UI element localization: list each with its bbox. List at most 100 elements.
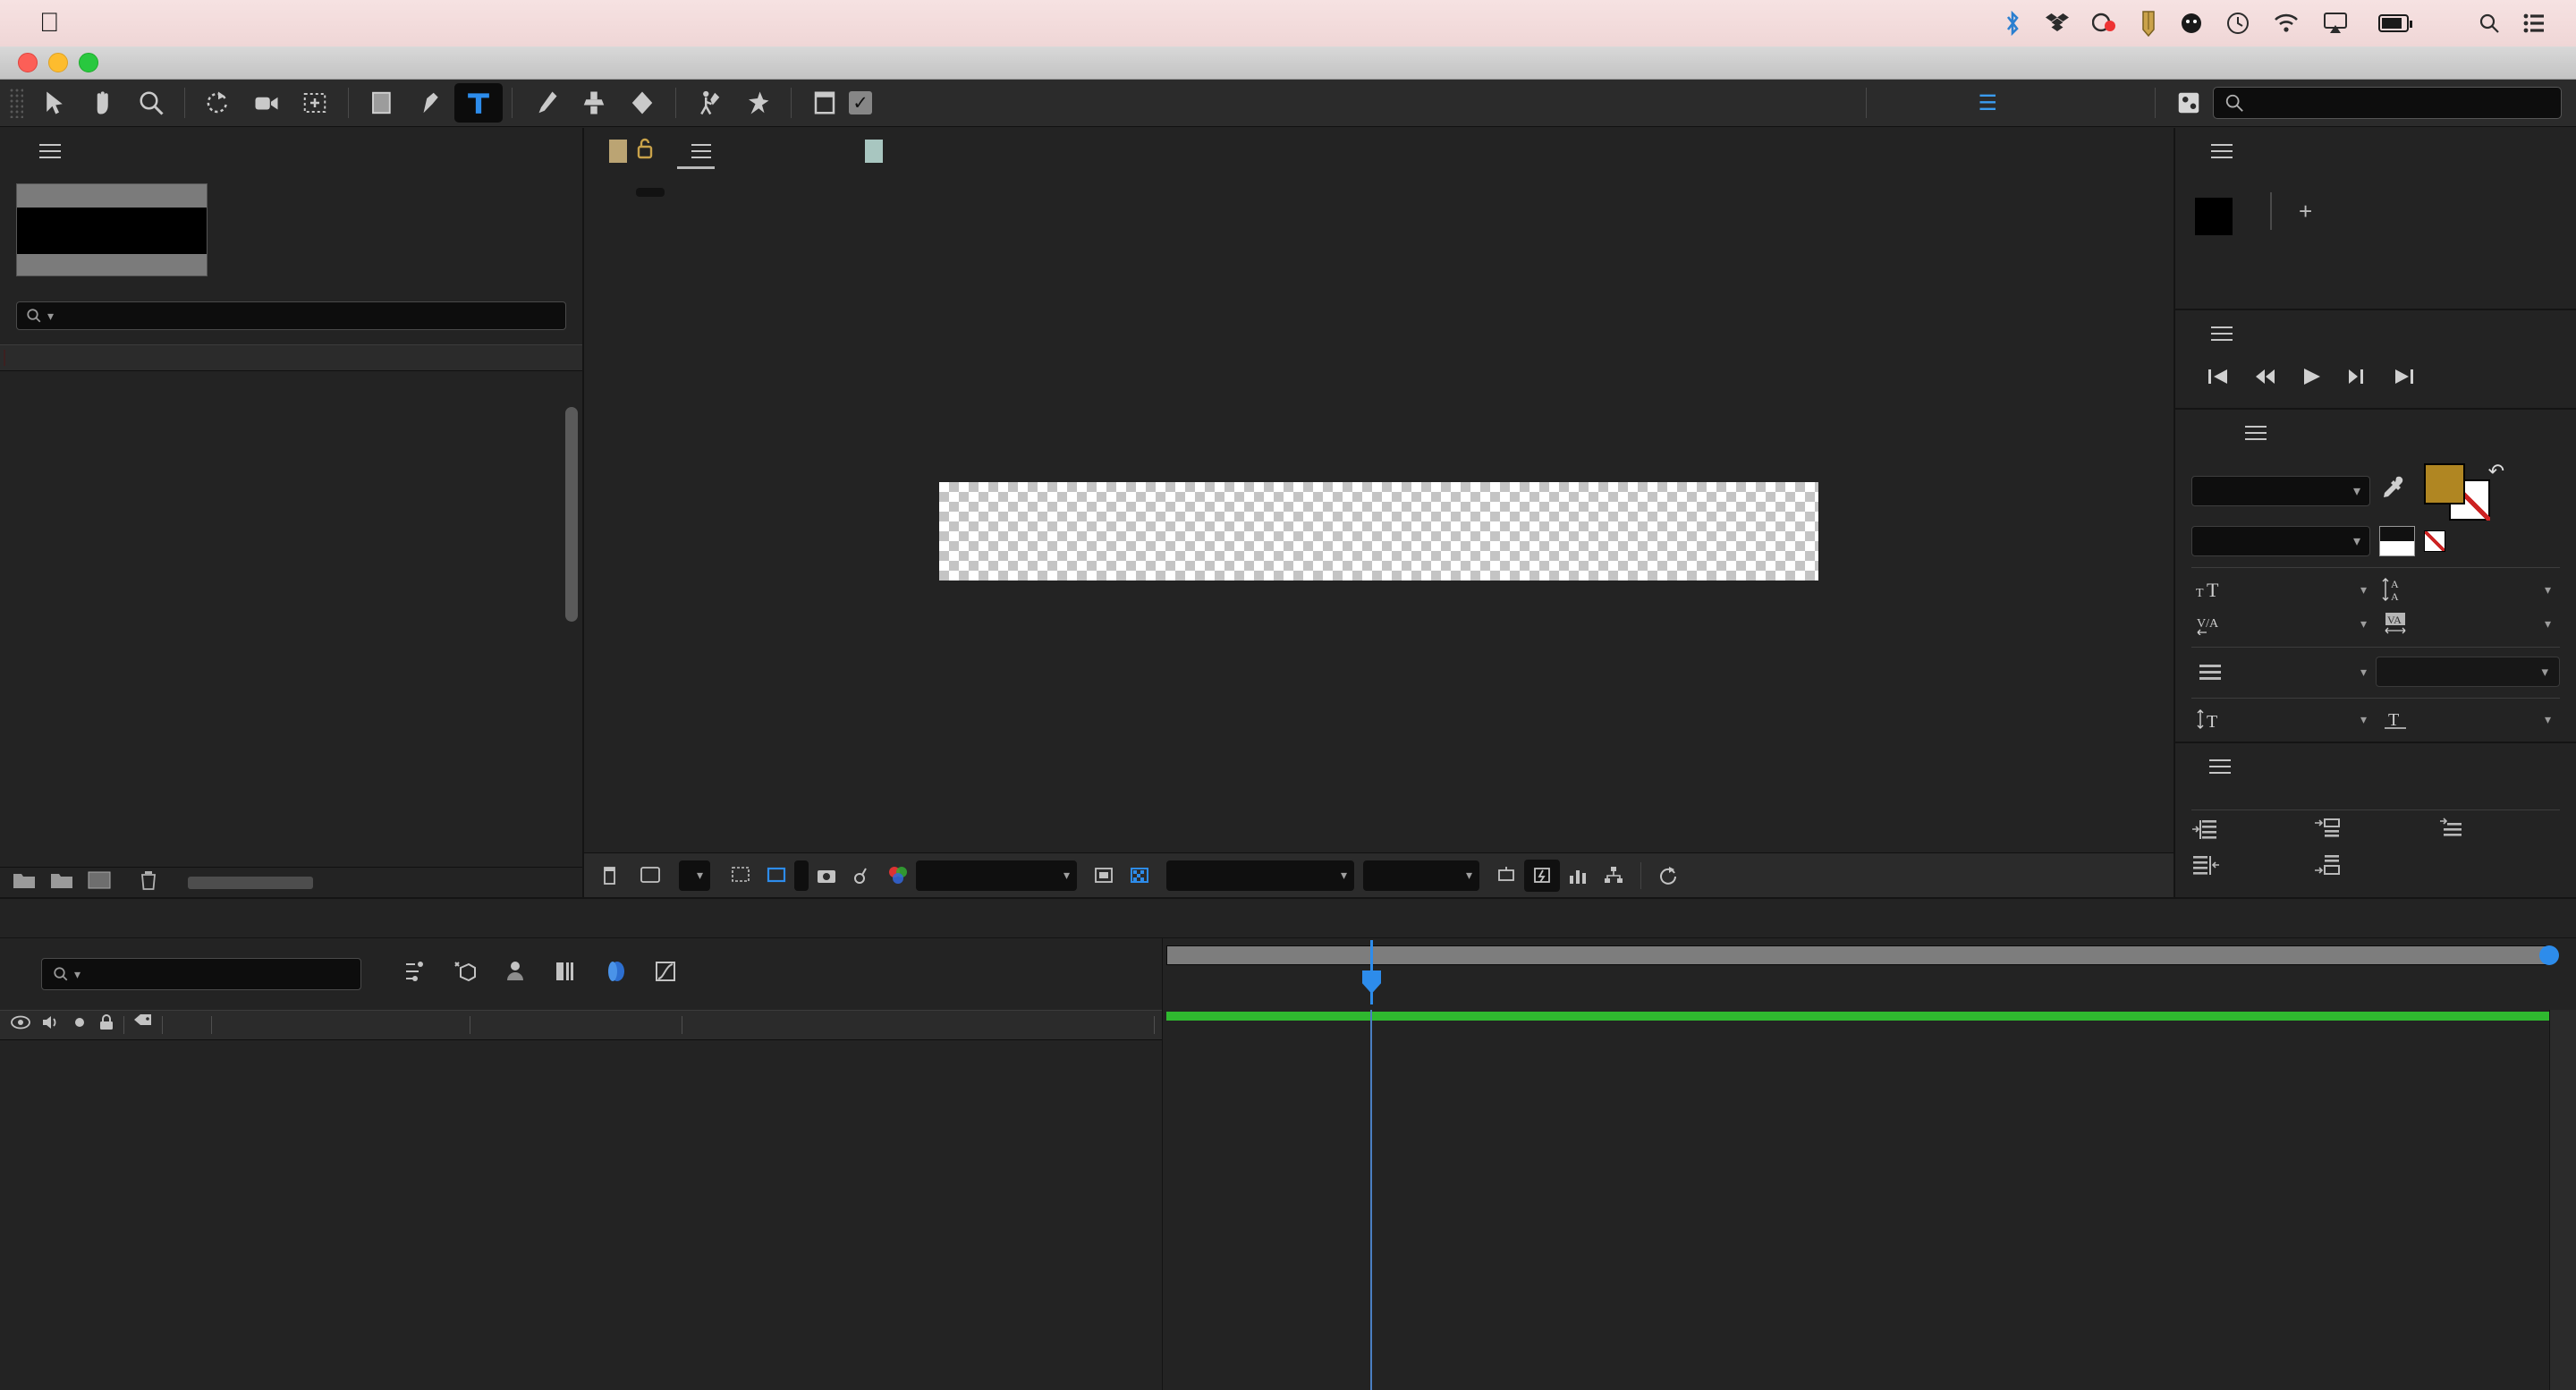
project-footer-slider[interactable] <box>188 876 313 889</box>
chevron-down-icon[interactable]: ▾ <box>2360 665 2376 680</box>
frame-blending-icon[interactable] <box>553 959 578 989</box>
new-folder-icon[interactable] <box>13 870 36 895</box>
breadcrumb-current[interactable] <box>636 188 665 197</box>
bluetooth-icon[interactable] <box>1991 11 2034 36</box>
draft-3d-icon[interactable] <box>453 959 478 989</box>
camera-view-select[interactable]: ▾ <box>1166 860 1355 891</box>
timeline-ruler[interactable] <box>1163 938 2576 1010</box>
new-folder-icon-2[interactable] <box>50 870 73 895</box>
font-size-field[interactable]: TT ▾ <box>2191 578 2376 601</box>
project-item-list[interactable] <box>0 371 582 867</box>
fill-stroke-colors[interactable]: ↶ <box>2415 460 2504 521</box>
type-tool[interactable] <box>454 83 503 123</box>
selection-tool[interactable] <box>30 83 79 123</box>
font-style-select[interactable]: ▾ <box>2191 526 2370 556</box>
vertical-scale-field[interactable]: T ▾ <box>2191 708 2376 731</box>
gear-icon[interactable] <box>2165 83 2213 123</box>
horizontal-scale-field[interactable]: T ▾ <box>2376 708 2560 731</box>
zoom-level-select[interactable]: ▾ <box>679 860 711 891</box>
dropbox-icon[interactable] <box>2034 12 2080 35</box>
grid-guides-icon[interactable] <box>723 860 758 892</box>
minimize-button[interactable] <box>48 53 68 72</box>
auto-open-panels-icon[interactable] <box>801 83 849 123</box>
project-search-input[interactable]: ▾ <box>16 301 566 330</box>
close-button[interactable] <box>18 53 38 72</box>
comp-flowchart-icon[interactable] <box>1596 860 1631 892</box>
zoom-tool[interactable] <box>127 83 175 123</box>
project-scrollbar[interactable] <box>565 407 578 622</box>
timeline-search-input[interactable]: ▾ <box>41 958 361 990</box>
auto-open-panels-checkbox[interactable]: ✓ <box>849 91 872 114</box>
timeline-track-area[interactable] <box>1163 1010 2576 1390</box>
panel-menu-icon[interactable] <box>39 140 61 163</box>
space-before-field[interactable] <box>2314 818 2436 846</box>
search-help-input[interactable] <box>2213 87 2562 119</box>
transparency-grid-icon[interactable] <box>1122 860 1157 892</box>
indent-left-field[interactable] <box>2191 818 2314 846</box>
always-preview-icon[interactable] <box>597 860 632 892</box>
pixel-aspect-correction-icon[interactable] <box>1488 860 1524 892</box>
region-preview-icon[interactable] <box>1086 860 1122 892</box>
kerning-field[interactable]: V/A ▾ <box>2191 612 2376 635</box>
rotation-tool[interactable] <box>194 83 242 123</box>
chevron-down-icon[interactable]: ▾ <box>2360 712 2376 727</box>
last-frame-button[interactable] <box>2392 366 2417 394</box>
window-controls[interactable] <box>18 53 98 72</box>
wifi-icon[interactable] <box>2261 13 2311 34</box>
panel-menu-icon[interactable] <box>2245 421 2267 445</box>
fill-color-swatch[interactable] <box>2424 463 2465 504</box>
chevron-down-icon[interactable]: ▾ <box>2545 582 2560 598</box>
composition-mini-flowchart-icon[interactable] <box>402 959 428 989</box>
view-layout-select[interactable]: ▾ <box>1363 860 1480 891</box>
camera-tool[interactable] <box>242 83 291 123</box>
reset-exposure-icon[interactable] <box>1650 860 1686 892</box>
timeline-icon[interactable] <box>1560 860 1596 892</box>
anchor-point-tool[interactable] <box>291 83 339 123</box>
panel-menu-icon[interactable] <box>2211 140 2233 163</box>
shape-tool[interactable] <box>358 83 406 123</box>
list-icon[interactable] <box>2512 13 2556 33</box>
panel-menu-icon[interactable] <box>2209 755 2231 778</box>
clone-stamp-tool[interactable] <box>570 83 618 123</box>
black-white-swatch[interactable] <box>2379 526 2415 556</box>
roto-brush-tool[interactable] <box>685 83 733 123</box>
hand-tool[interactable] <box>79 83 127 123</box>
pen-tool[interactable] <box>406 83 454 123</box>
lock-icon[interactable] <box>98 1013 114 1037</box>
graph-editor-icon[interactable] <box>653 959 678 989</box>
backup-icon[interactable] <box>2080 12 2129 35</box>
chevron-down-icon[interactable]: ▾ <box>2360 616 2376 631</box>
first-frame-button[interactable] <box>2206 366 2231 394</box>
tracking-field[interactable]: VA ▾ <box>2376 611 2560 636</box>
region-of-interest-icon[interactable] <box>758 860 794 892</box>
panel-menu-icon[interactable] <box>2211 322 2233 345</box>
lock-icon[interactable] <box>636 137 654 165</box>
stroke-width-field[interactable]: ▾ <box>2191 661 2376 682</box>
snapshot-icon[interactable] <box>809 860 844 892</box>
delete-icon[interactable] <box>140 870 157 895</box>
font-family-select[interactable]: ▾ <box>2191 476 2370 506</box>
pencil-icon[interactable] <box>2129 10 2168 37</box>
airplay-icon[interactable] <box>2311 12 2360 35</box>
panel-grip[interactable] <box>9 88 23 118</box>
indent-first-field[interactable] <box>2436 818 2559 846</box>
motion-blur-icon[interactable] <box>603 959 628 989</box>
label-icon[interactable] <box>133 1013 153 1037</box>
no-fill-swatch[interactable] <box>2424 530 2445 552</box>
leading-field[interactable]: AA ▾ <box>2376 577 2560 602</box>
new-comp-icon[interactable] <box>88 870 111 895</box>
current-time-indicator[interactable] <box>1362 940 1381 1004</box>
panel-menu-icon[interactable] <box>691 140 711 163</box>
brush-tool[interactable] <box>521 83 570 123</box>
timeline-scrollbar-column[interactable] <box>2549 1010 2576 1390</box>
next-frame-button[interactable] <box>2345 366 2370 394</box>
chevron-down-icon[interactable]: ▾ <box>2360 582 2376 598</box>
space-after-field[interactable] <box>2314 853 2436 882</box>
search-icon[interactable] <box>2467 13 2512 34</box>
eraser-tool[interactable] <box>618 83 666 123</box>
workspace-menu-icon[interactable]: ☰ <box>1969 90 2006 116</box>
previous-frame-button[interactable] <box>2252 366 2277 394</box>
composition-canvas[interactable] <box>939 482 1818 581</box>
indent-right-field[interactable] <box>2191 853 2314 882</box>
show-snapshot-icon[interactable] <box>844 860 880 892</box>
